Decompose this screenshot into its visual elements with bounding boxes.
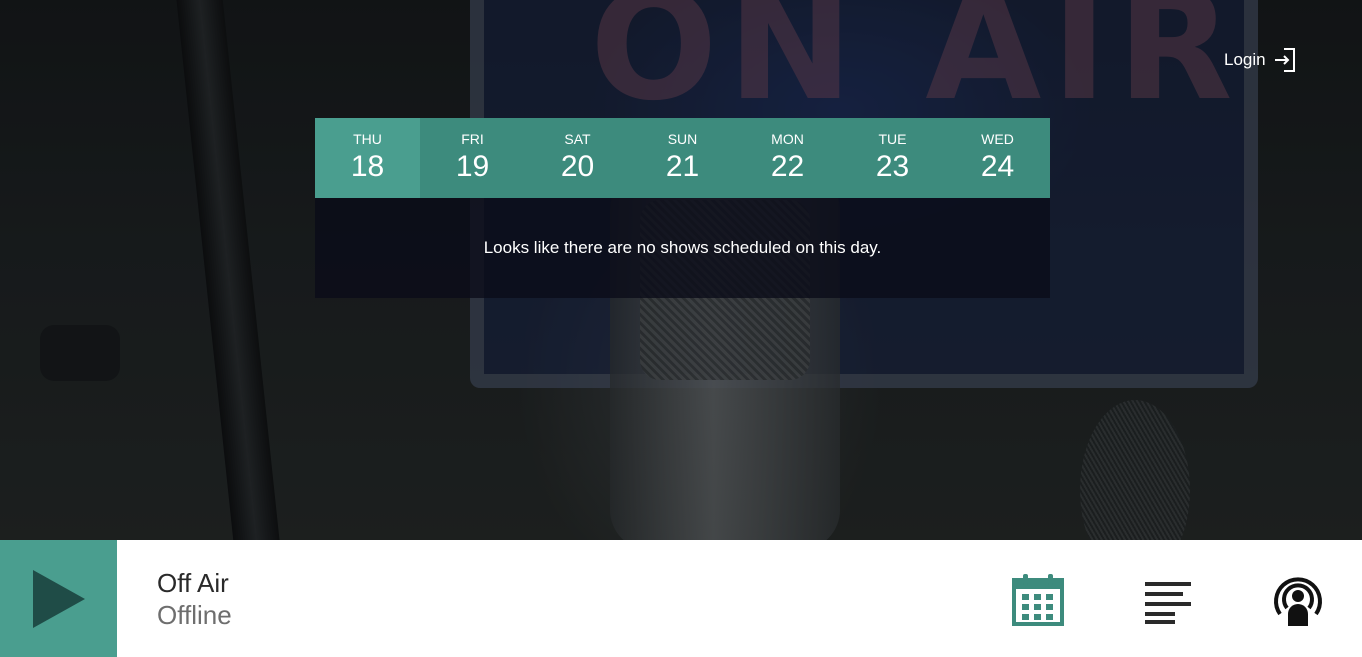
- play-icon: [32, 569, 85, 628]
- login-label: Login: [1224, 50, 1266, 69]
- day-name: THU: [353, 131, 382, 147]
- day-name: WED: [981, 131, 1014, 147]
- hero-background: ON AIR Login THU 18 FRI 19 SAT 20 SUN 21 MON 22 TU…: [0, 0, 1362, 540]
- day-tab-mon[interactable]: MON 22: [735, 118, 840, 198]
- schedule-widget: THU 18 FRI 19 SAT 20 SUN 21 MON 22 TUE 23 WED 24 Look…: [315, 118, 1050, 298]
- day-tab-fri[interactable]: FRI 19: [420, 118, 525, 198]
- login-link[interactable]: Login: [1224, 47, 1296, 73]
- day-tab-sun[interactable]: SUN 21: [630, 118, 735, 198]
- day-name: FRI: [461, 131, 484, 147]
- now-playing-status: Offline: [157, 600, 232, 630]
- login-icon: [1274, 48, 1295, 72]
- day-name: TUE: [878, 131, 907, 147]
- playlist-icon[interactable]: [1143, 574, 1195, 626]
- player-bar: Off Air Offline: [0, 540, 1362, 657]
- day-name: SUN: [667, 131, 698, 147]
- day-date: 18: [350, 150, 385, 183]
- calendar-icon[interactable]: [1012, 574, 1064, 626]
- day-tab-thu[interactable]: THU 18: [315, 118, 420, 198]
- day-name: SAT: [564, 131, 591, 147]
- now-playing-title: Off Air: [157, 568, 229, 598]
- day-tab-sat[interactable]: SAT 20: [525, 118, 630, 198]
- day-tab-wed[interactable]: WED 24: [945, 118, 1050, 198]
- play-button[interactable]: [0, 540, 117, 657]
- day-name: MON: [771, 131, 804, 147]
- day-date: 23: [875, 150, 910, 183]
- day-tabs: THU 18 FRI 19 SAT 20 SUN 21 MON 22 TUE 23 WED 24: [315, 118, 1050, 198]
- no-shows-message: Looks like there are no shows scheduled …: [315, 198, 1050, 298]
- day-date: 24: [980, 150, 1015, 183]
- day-date: 21: [665, 150, 700, 183]
- day-tab-tue[interactable]: TUE 23: [840, 118, 945, 198]
- podcast-icon[interactable]: [1272, 574, 1324, 626]
- day-date: 20: [560, 150, 595, 183]
- day-date: 22: [770, 150, 805, 183]
- day-date: 19: [455, 150, 490, 183]
